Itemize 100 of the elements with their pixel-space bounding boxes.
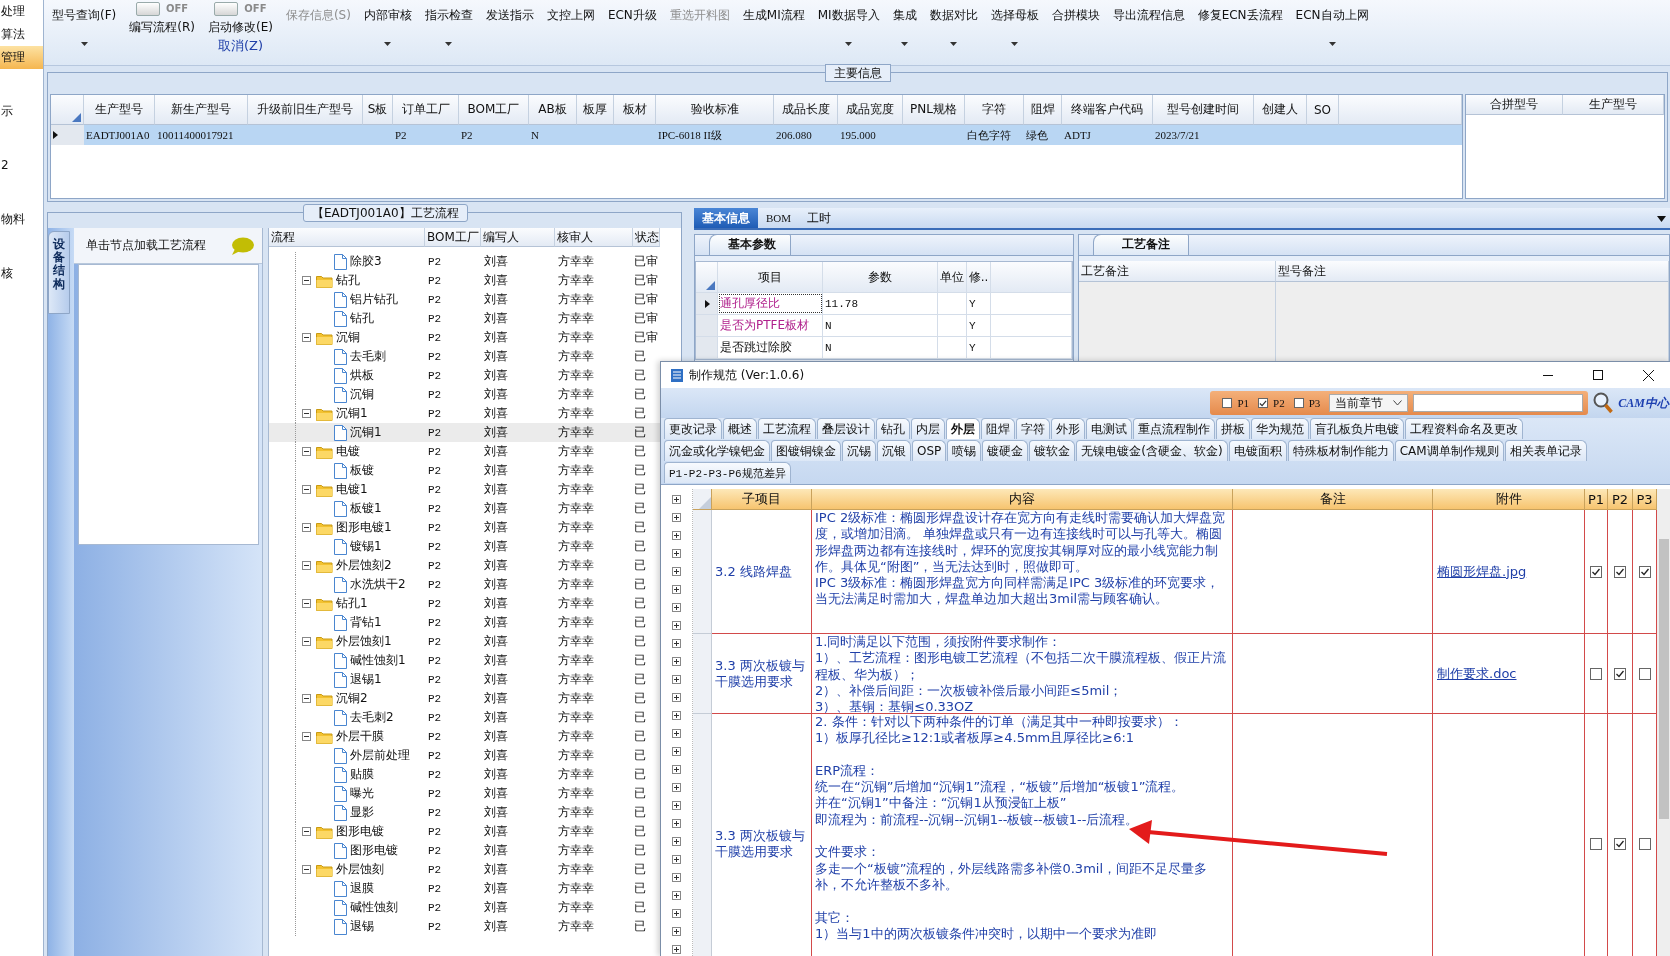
checkbox[interactable]	[1614, 565, 1626, 578]
tree-node[interactable]: 沉铜	[269, 385, 425, 404]
sidebar-item[interactable]: 示	[0, 100, 43, 123]
tab[interactable]: 字符	[1016, 418, 1050, 439]
tree-node[interactable]: 退膜	[269, 879, 425, 898]
column-header[interactable]: 型号备注	[1276, 261, 1669, 282]
column-header[interactable]: 状态	[633, 228, 660, 247]
toolbar-button[interactable]: 启动修改(E)	[207, 19, 273, 36]
collapse-icon[interactable]	[302, 333, 311, 342]
column-header[interactable]: 板材	[614, 95, 656, 125]
column-header[interactable]: 创建人	[1254, 95, 1307, 125]
tab[interactable]: 拼板	[1216, 418, 1250, 439]
toolbar-button[interactable]: 文控上网	[546, 0, 595, 24]
tree-node[interactable]: 碱性蚀刻1	[269, 651, 425, 670]
column-header[interactable]: 单位	[938, 262, 967, 292]
scrollbar[interactable]	[1657, 489, 1670, 956]
tab[interactable]: 沉银	[877, 440, 911, 461]
tree-node[interactable]: 碱性蚀刻	[269, 898, 425, 917]
column-header[interactable]: 阻焊	[1024, 95, 1062, 125]
expand-icon[interactable]	[672, 585, 681, 594]
expand-icon[interactable]	[672, 513, 681, 522]
column-header[interactable]: AB板	[529, 95, 577, 125]
tree-node[interactable]: 沉铜	[269, 328, 425, 347]
tree-node[interactable]: 水洗烘干2	[269, 575, 425, 594]
tree-node[interactable]: 图形电镀1	[269, 518, 425, 537]
tab[interactable]: 喷锡	[947, 440, 982, 461]
column-header[interactable]: BOM工厂	[425, 228, 481, 247]
column-header[interactable]: 子项目	[712, 489, 812, 510]
expand-icon[interactable]	[672, 927, 681, 936]
column-header[interactable]: SO	[1307, 95, 1339, 125]
column-header[interactable]: PNL规格	[903, 95, 965, 125]
checkbox-label[interactable]: P3	[1308, 397, 1321, 409]
column-header[interactable]: 升级前旧生产型号	[248, 95, 363, 125]
expand-icon[interactable]	[672, 747, 681, 756]
expand-icon[interactable]	[672, 711, 681, 720]
tree-node[interactable]: 电镀	[269, 442, 425, 461]
checkbox[interactable]	[1293, 398, 1304, 408]
tab[interactable]: 沉金或化学镍钯金	[664, 440, 770, 461]
checkbox-label[interactable]: P1	[1237, 397, 1250, 409]
tab[interactable]: 外层	[946, 418, 980, 439]
expand-icon[interactable]	[672, 783, 681, 792]
expand-icon[interactable]	[672, 801, 681, 810]
tab[interactable]: 工艺备注	[1093, 234, 1189, 255]
checkbox[interactable]	[1638, 837, 1651, 850]
column-header[interactable]: 生产型号	[84, 95, 155, 125]
tree-node[interactable]: 外层蚀刻	[269, 860, 425, 879]
sidebar-item[interactable]: 处理	[0, 0, 43, 23]
expand-icon[interactable]	[672, 837, 681, 846]
column-header[interactable]: 工艺备注	[1079, 261, 1276, 282]
collapse-icon[interactable]	[302, 523, 311, 532]
tree-node[interactable]: 显影	[269, 803, 425, 822]
toolbar-button[interactable]: ECN升级	[607, 0, 657, 24]
column-header[interactable]: 核审人	[555, 228, 633, 247]
expand-icon[interactable]	[672, 549, 681, 558]
tab[interactable]: 概述	[723, 418, 757, 439]
collapse-icon[interactable]	[302, 694, 311, 703]
tab[interactable]: P1-P2-P3-P6规范差异	[664, 462, 791, 483]
tab[interactable]: 工程资料命名及更改	[1405, 418, 1523, 439]
row-selector[interactable]	[696, 293, 718, 314]
select-all-corner[interactable]	[51, 95, 84, 125]
tree-node[interactable]: 贴膜	[269, 765, 425, 784]
expand-icon[interactable]	[672, 639, 681, 648]
sidebar-item[interactable]: 物料	[0, 208, 43, 231]
tab[interactable]: OSP	[912, 440, 947, 461]
tab[interactable]: 钻孔	[876, 418, 910, 439]
checkbox[interactable]	[1638, 565, 1651, 578]
tab[interactable]: CAM调单制作规则	[1394, 440, 1504, 461]
row-selector[interactable]	[51, 125, 84, 145]
expand-icon[interactable]	[672, 819, 681, 828]
tab[interactable]: BOM	[758, 208, 800, 228]
tree-node[interactable]: 背钻1	[269, 613, 425, 632]
tree-node[interactable]: 外层蚀刻2	[269, 556, 425, 575]
collapse-icon[interactable]	[302, 599, 311, 608]
tree-node[interactable]: 退锡	[269, 917, 425, 936]
tab[interactable]: 基本信息	[694, 208, 758, 228]
checkbox[interactable]	[1614, 667, 1626, 680]
tab[interactable]: 外形	[1051, 418, 1085, 439]
tab[interactable]: 无镍电镀金(含硬金、软金)	[1076, 440, 1228, 461]
tab[interactable]: 图镀铜镍金	[771, 440, 841, 461]
vertical-tab[interactable]: 设备结构	[48, 231, 70, 314]
checkbox[interactable]	[1614, 837, 1626, 850]
checkbox[interactable]	[1590, 667, 1602, 680]
tree-node[interactable]: 镀锡1	[269, 537, 425, 556]
toolbar-button[interactable]: 型号查询(F)	[52, 0, 117, 46]
tab[interactable]: 阻焊	[981, 418, 1015, 439]
column-header[interactable]: P1	[1585, 489, 1608, 510]
toolbar-button[interactable]: 发送指示	[485, 0, 534, 24]
column-header[interactable]: 参数	[823, 262, 938, 292]
sidebar-item[interactable]: 算法	[0, 23, 43, 46]
column-header[interactable]: S板	[363, 95, 393, 125]
column-header[interactable]: 板厚	[577, 95, 614, 125]
toolbar-button[interactable]: 指示检查	[424, 0, 473, 46]
column-header[interactable]: 成品长度	[774, 95, 838, 125]
column-header[interactable]: 编写人	[481, 228, 555, 247]
expand-icon[interactable]	[672, 891, 681, 900]
expand-icon[interactable]	[672, 567, 681, 576]
expand-icon[interactable]	[672, 531, 681, 540]
column-header[interactable]: 备注	[1233, 489, 1433, 510]
toolbar-button[interactable]: ECN自动上网	[1295, 0, 1369, 46]
tab[interactable]: 叠层设计	[817, 418, 875, 439]
